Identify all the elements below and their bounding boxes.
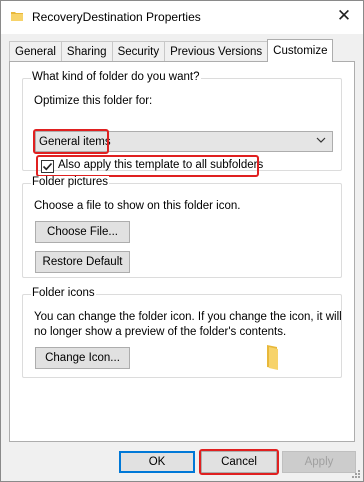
close-button[interactable]: ✕ (335, 6, 353, 25)
dropdown-highlight (33, 129, 109, 154)
folder-icons-group-title: Folder icons (31, 287, 96, 299)
properties-window: RecoveryDestination Properties ✕ General… (0, 0, 364, 482)
optimize-label: Optimize this folder for: (34, 95, 153, 107)
change-icon-button[interactable]: Change Icon... (35, 347, 130, 369)
resize-grip-icon[interactable] (350, 468, 361, 479)
folder-pictures-instruction: Choose a file to show on this folder ico… (34, 200, 241, 212)
folder-pictures-group-title: Folder pictures (31, 176, 110, 188)
cancel-highlight (199, 449, 279, 475)
customize-panel: What kind of folder do you want? Optimiz… (9, 61, 355, 442)
chevron-down-icon (316, 137, 326, 143)
tab-general[interactable]: General (9, 41, 62, 62)
title-bar[interactable]: RecoveryDestination Properties ✕ (1, 1, 363, 34)
tab-customize[interactable]: Customize (267, 39, 334, 62)
tab-sharing[interactable]: Sharing (60, 41, 113, 62)
ok-button[interactable]: OK (119, 451, 195, 473)
folder-icons-description-line2: no longer show a preview of the folder's… (34, 326, 287, 338)
folder-pictures-group: Folder pictures Choose a file to show on… (22, 176, 342, 278)
apply-button: Apply (282, 451, 356, 473)
tab-security[interactable]: Security (111, 41, 166, 62)
restore-default-button[interactable]: Restore Default (35, 251, 130, 273)
tab-strip: General Sharing Security Previous Versio… (9, 39, 334, 62)
window-title: RecoveryDestination Properties (32, 10, 201, 24)
folder-icon (11, 12, 23, 21)
choose-file-button[interactable]: Choose File... (35, 221, 130, 243)
folder-icon (267, 345, 278, 370)
checkbox-highlight (36, 155, 259, 177)
folder-icons-description-line1: You can change the folder icon. If you c… (34, 311, 342, 323)
folder-type-group-title: What kind of folder do you want? (31, 71, 201, 83)
folder-icons-group: Folder icons You can change the folder i… (22, 287, 342, 378)
close-icon: ✕ (336, 6, 352, 25)
folder-type-group: What kind of folder do you want? Optimiz… (22, 71, 342, 177)
tab-previous-versions[interactable]: Previous Versions (164, 41, 269, 62)
